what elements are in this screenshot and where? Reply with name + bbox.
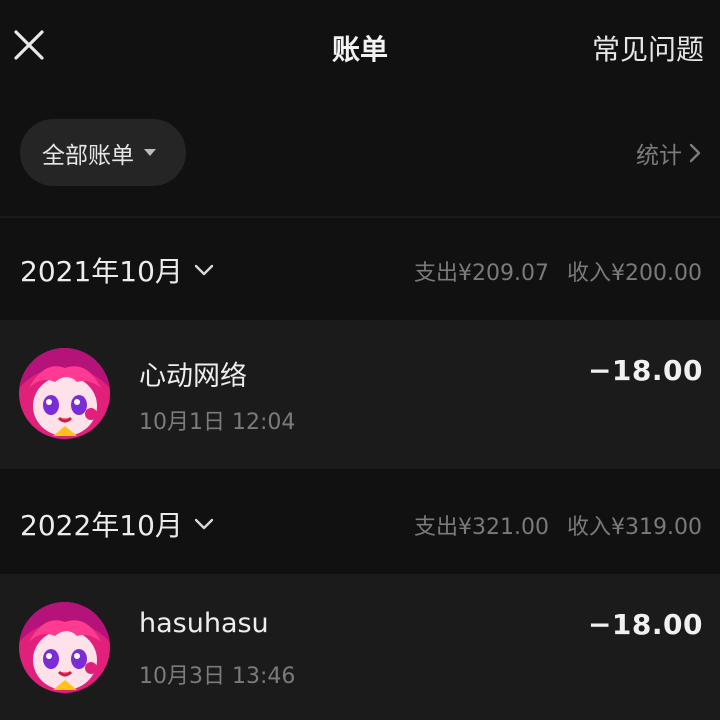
month-income: 收入¥200.00 (567, 261, 702, 286)
faq-link[interactable]: 常见问题 (592, 28, 704, 68)
month-income: 收入¥319.00 (567, 515, 702, 540)
bill-filter-label: 全部账单 (42, 142, 134, 169)
month-expense: 支出¥209.07 (414, 261, 550, 286)
avatar-icon (19, 602, 110, 693)
transaction-name: 心动网络 (139, 361, 247, 392)
transaction-amount: −18.00 (587, 354, 703, 387)
stats-link[interactable]: 统计 (636, 136, 702, 170)
avatar-icon (19, 348, 110, 439)
month-header: 2021年10月 支出¥209.07 收入¥200.00 (0, 218, 720, 318)
caret-down-icon (144, 149, 156, 156)
stats-label: 统计 (636, 143, 682, 169)
top-bar: 账单 常见问题 (0, 0, 720, 92)
month-selector[interactable]: 2021年10月 (20, 250, 215, 290)
month-label: 2022年10月 (20, 509, 183, 542)
close-icon (14, 30, 44, 60)
bill-filter-dropdown[interactable]: 全部账单 (20, 119, 186, 186)
chevron-down-icon (194, 518, 214, 530)
month-summary: 支出¥321.00 收入¥319.00 (414, 509, 702, 541)
transaction-amount: −18.00 (587, 608, 703, 641)
month-label: 2021年10月 (20, 255, 183, 288)
transaction-name: hasuhasu (139, 608, 269, 639)
transaction-time: 10月3日 13:46 (139, 664, 296, 689)
transaction-time: 10月1日 12:04 (139, 410, 296, 435)
transaction-row[interactable]: hasuhasu 10月3日 13:46 −18.00 (0, 574, 720, 720)
month-header: 2022年10月 支出¥321.00 收入¥319.00 (0, 472, 720, 572)
section-divider (0, 467, 720, 469)
month-expense: 支出¥321.00 (414, 515, 550, 540)
transaction-row[interactable]: 心动网络 10月1日 12:04 −18.00 (0, 320, 720, 467)
month-summary: 支出¥209.07 收入¥200.00 (414, 255, 702, 287)
close-button[interactable] (12, 28, 46, 62)
chevron-down-icon (194, 264, 214, 276)
month-selector[interactable]: 2022年10月 (20, 504, 215, 544)
chevron-right-icon (689, 143, 701, 163)
